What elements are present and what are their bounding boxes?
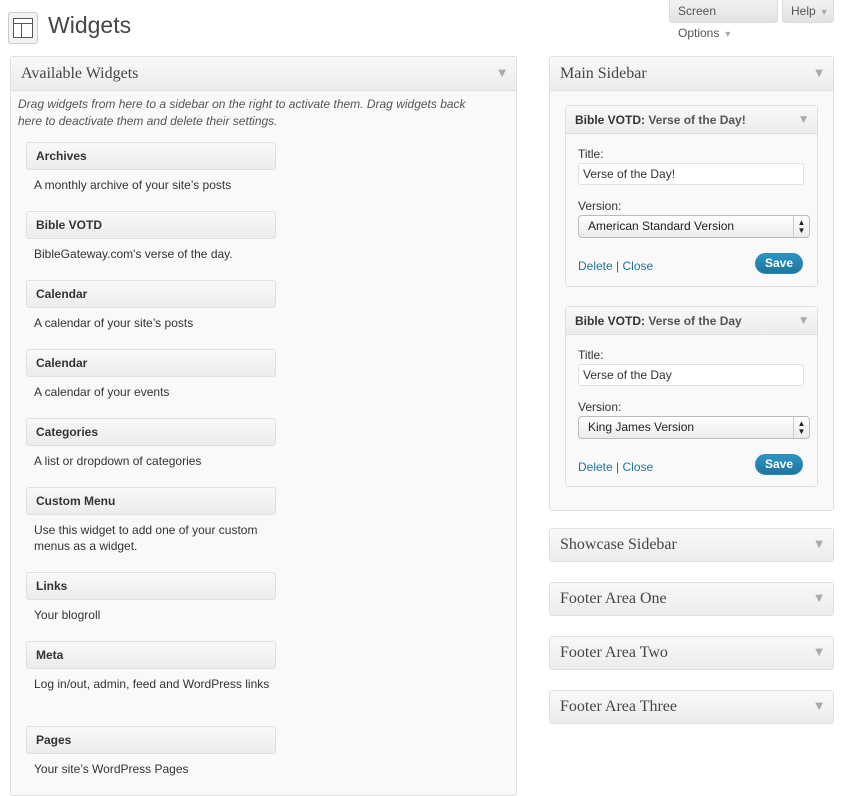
version-label: Version:: [578, 400, 622, 414]
up-down-arrows-icon: ▲ ▼: [793, 417, 809, 438]
link-separator: |: [616, 460, 620, 474]
widget-instance-header[interactable]: Bible VOTD: Verse of the Day! ▼: [566, 106, 817, 134]
triangle-down-icon[interactable]: ▼: [815, 529, 823, 561]
title-input[interactable]: [578, 364, 804, 386]
title-input[interactable]: [578, 163, 804, 185]
footer-area-two-header[interactable]: Footer Area Two ▼: [550, 637, 833, 669]
footer-area-three-panel[interactable]: Footer Area Three ▼: [549, 690, 834, 724]
widget-title-custom-menu[interactable]: Custom Menu: [26, 487, 276, 515]
save-button[interactable]: Save: [755, 454, 803, 475]
triangle-down-icon[interactable]: ▼: [815, 57, 823, 91]
widget-description: BibleGateway.com's verse of the day.: [34, 247, 233, 261]
widget-instance-header[interactable]: Bible VOTD: Verse of the Day ▼: [566, 307, 817, 335]
widget-title-pages[interactable]: Pages: [26, 726, 276, 754]
widget-calendar-events: Calendar A calendar of your events: [26, 349, 276, 400]
version-label: Version:: [578, 199, 622, 213]
widget-description: A calendar of your site’s posts: [34, 316, 194, 330]
widget-control-links: Delete | Close: [578, 259, 653, 273]
widget-description: Your site’s WordPress Pages: [34, 762, 189, 776]
bible-votd-widget-instance: Bible VOTD: Verse of the Day! ▼ Title: V…: [565, 105, 818, 287]
triangle-down-icon[interactable]: ▼: [800, 106, 807, 134]
delete-link[interactable]: Delete: [578, 259, 613, 273]
widget-categories: Categories A list or dropdown of categor…: [26, 418, 276, 469]
widget-instance-title: Verse of the Day!: [648, 113, 746, 127]
widget-control-links: Delete | Close: [578, 460, 653, 474]
widget-instance-name: Bible VOTD: [575, 314, 642, 328]
close-link[interactable]: Close: [623, 259, 654, 273]
available-widgets-description: Drag widgets from here to a sidebar on t…: [18, 97, 466, 128]
main-sidebar-title: Main Sidebar: [560, 65, 647, 82]
triangle-down-icon[interactable]: ▼: [800, 307, 807, 335]
screen-options-label: Screen Options: [678, 4, 720, 40]
version-select[interactable]: King James Version ▲ ▼: [578, 416, 810, 439]
widget-calendar-posts: Calendar A calendar of your site’s posts: [26, 280, 276, 331]
widget-meta: Meta Log in/out, admin, feed and WordPre…: [26, 641, 276, 692]
widget-pages: Pages Your site’s WordPress Pages: [26, 726, 276, 777]
footer-area-one-panel[interactable]: Footer Area One ▼: [549, 582, 834, 616]
widget-description: A list or dropdown of categories: [34, 454, 202, 468]
available-widgets-header[interactable]: Available Widgets ▼: [11, 57, 516, 91]
widget-description: Use this widget to add one of your custo…: [34, 523, 258, 553]
bible-votd-widget-instance: Bible VOTD: Verse of the Day ▼ Title: Ve…: [565, 306, 818, 487]
title-label: Title:: [578, 348, 604, 362]
widget-archives: Archives A monthly archive of your site’…: [26, 142, 276, 193]
widget-title-meta[interactable]: Meta: [26, 641, 276, 669]
available-widgets-title: Available Widgets: [21, 65, 139, 82]
widgets-page-icon: [8, 12, 38, 44]
showcase-sidebar-header[interactable]: Showcase Sidebar ▼: [550, 529, 833, 561]
footer-area-one-title: Footer Area One: [560, 590, 667, 607]
footer-area-three-title: Footer Area Three: [560, 698, 677, 715]
widget-bible-votd: Bible VOTD BibleGateway.com's verse of t…: [26, 211, 276, 262]
widget-title-archives[interactable]: Archives: [26, 142, 276, 170]
link-separator: |: [616, 259, 620, 273]
save-button[interactable]: Save: [755, 253, 803, 274]
triangle-down-icon: ▼: [723, 29, 733, 39]
widget-title-calendar[interactable]: Calendar: [26, 349, 276, 377]
widget-custom-menu: Custom Menu Use this widget to add one o…: [26, 487, 276, 554]
widget-links: Links Your blogroll: [26, 572, 276, 623]
widget-title-bible-votd[interactable]: Bible VOTD: [26, 211, 276, 239]
footer-area-two-title: Footer Area Two: [560, 644, 668, 661]
close-link[interactable]: Close: [623, 460, 654, 474]
version-select-value: King James Version: [588, 420, 695, 434]
widget-title-links[interactable]: Links: [26, 572, 276, 600]
help-label: Help: [791, 4, 816, 18]
title-label: Title:: [578, 147, 604, 161]
showcase-sidebar-title: Showcase Sidebar: [560, 536, 677, 553]
screen-options-button[interactable]: Screen Options ▼: [669, 0, 778, 40]
triangle-down-icon[interactable]: ▼: [815, 691, 823, 723]
widget-description: Your blogroll: [34, 608, 101, 622]
help-button[interactable]: Help ▼: [782, 0, 834, 23]
footer-area-three-header[interactable]: Footer Area Three ▼: [550, 691, 833, 723]
footer-area-two-panel[interactable]: Footer Area Two ▼: [549, 636, 834, 670]
main-sidebar-header[interactable]: Main Sidebar ▼: [550, 57, 833, 91]
widget-description: A calendar of your events: [34, 385, 170, 399]
widget-title-calendar[interactable]: Calendar: [26, 280, 276, 308]
widget-title-categories[interactable]: Categories: [26, 418, 276, 446]
triangle-down-icon[interactable]: ▼: [498, 57, 506, 91]
footer-area-one-header[interactable]: Footer Area One ▼: [550, 583, 833, 615]
widget-description: Log in/out, admin, feed and WordPress li…: [34, 677, 270, 691]
up-down-arrows-icon: ▲ ▼: [793, 216, 809, 237]
widget-instance-name: Bible VOTD: [575, 113, 642, 127]
triangle-down-icon[interactable]: ▼: [815, 583, 823, 615]
page-title: Widgets: [48, 12, 132, 38]
widget-instance-title: Verse of the Day: [648, 314, 742, 328]
triangle-down-icon: ▼: [819, 7, 829, 17]
widget-description: A monthly archive of your site’s posts: [34, 178, 232, 192]
version-select[interactable]: American Standard Version ▲ ▼: [578, 215, 810, 238]
triangle-down-icon[interactable]: ▼: [815, 637, 823, 669]
showcase-sidebar-panel[interactable]: Showcase Sidebar ▼: [549, 528, 834, 562]
version-select-value: American Standard Version: [588, 219, 735, 233]
delete-link[interactable]: Delete: [578, 460, 613, 474]
